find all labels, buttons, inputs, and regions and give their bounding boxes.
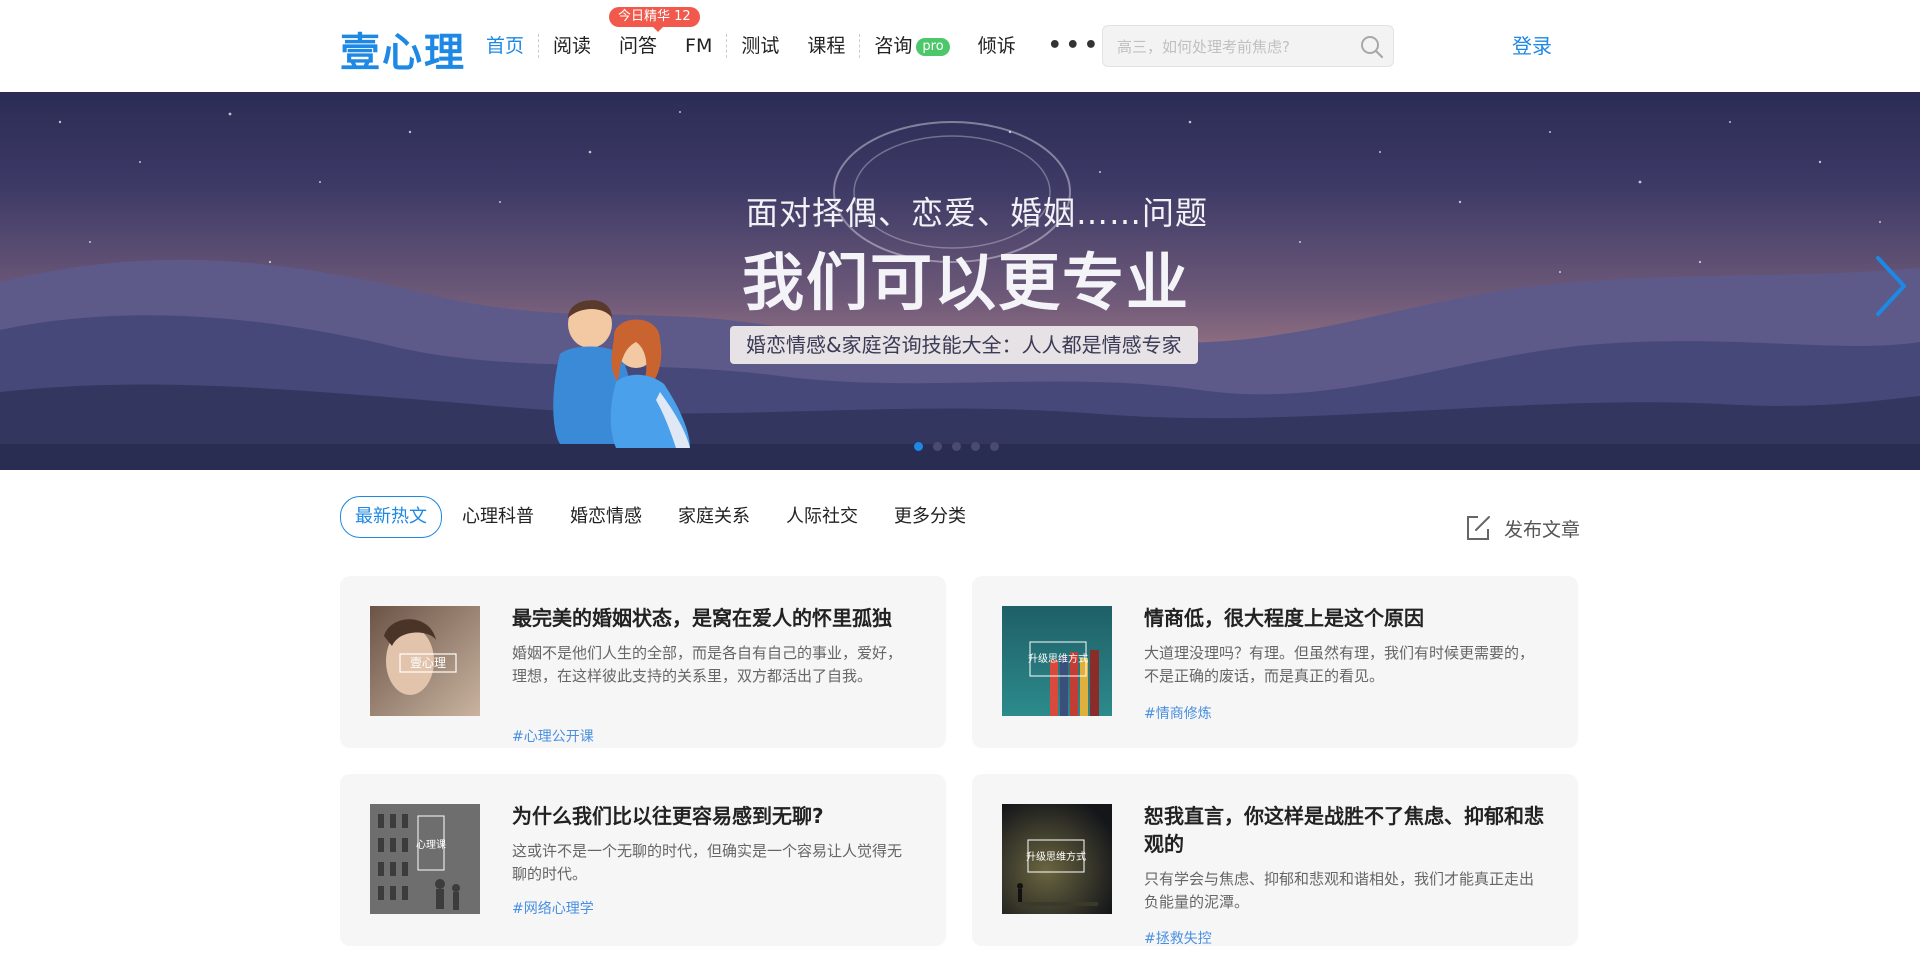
article-summary: 这或许不是一个无聊的时代，但确实是一个容易让人觉得无聊的时代。 <box>512 842 903 883</box>
nav-item-course[interactable]: 课程 <box>793 26 859 66</box>
hero-banner[interactable]: 面对择偶、恋爱、婚姻……问题 我们可以更专业 婚恋情感&家庭咨询技能大全：人人都… <box>0 92 1920 470</box>
carousel-dot[interactable] <box>952 442 961 451</box>
article-summary: 大道理没理吗？有理。但虽然有理，我们有时候更需要的，不是正确的废话，而是真正的看… <box>1144 644 1535 685</box>
article-thumbnail: 升级思维方式 <box>1002 804 1112 914</box>
nav-item-read[interactable]: 阅读 <box>539 26 605 66</box>
nav-item-qa-label: 问答 <box>619 35 658 57</box>
article-tag[interactable]: #拯救失控 <box>1144 928 1212 948</box>
article-card[interactable]: 壹心理 最完美的婚姻状态，是窝在爱人的怀里孤独 婚姻不是他们人生的全部，而是各自… <box>340 576 946 748</box>
thumb-watermark: 壹心理 <box>410 656 446 670</box>
nav-item-consult-label: 咨询 <box>874 35 913 57</box>
search-box <box>1102 25 1394 68</box>
carousel-indicators <box>914 442 999 451</box>
article-tag[interactable]: #网络心理学 <box>512 898 594 918</box>
pro-badge: pro <box>916 38 950 56</box>
carousel-dot[interactable] <box>990 442 999 451</box>
tab-family[interactable]: 家庭关系 <box>678 497 750 537</box>
next-slide-icon[interactable] <box>1866 250 1912 322</box>
article-card[interactable]: 升级思维方式 恕我直言，你这样是战胜不了焦虑、抑郁和悲观的 只有学会与焦虑、抑郁… <box>972 774 1578 948</box>
thumb-watermark: 心理课 <box>416 839 446 851</box>
banner-title: 我们可以更专业 <box>742 246 1191 319</box>
publish-article-label: 发布文章 <box>1504 518 1581 541</box>
article-thumbnail: 升级思维方式 <box>1002 606 1112 716</box>
banner-subtitle: 面对择偶、恋爱、婚姻……问题 <box>746 194 1209 232</box>
article-card[interactable]: 心理课 为什么我们比以往更容易感到无聊? 这或许不是一个无聊的时代，但确实是一个… <box>340 774 946 946</box>
thumb-watermark: 升级思维方式 <box>1026 850 1086 863</box>
article-tag[interactable]: #情商修炼 <box>1144 703 1212 723</box>
tab-latest-hot[interactable]: 最新热文 <box>340 496 442 538</box>
search-icon[interactable] <box>1359 34 1385 60</box>
carousel-dot[interactable] <box>914 442 923 451</box>
main-nav: 首页 阅读 今日精华 12 问答 FM 测试 课程 咨询 pro 倾诉 ••• <box>472 7 1120 66</box>
edit-icon <box>1467 516 1490 540</box>
article-title[interactable]: 情商低，很大程度上是这个原因 <box>1144 604 1554 632</box>
carousel-dot[interactable] <box>933 442 942 451</box>
article-card[interactable]: 升级思维方式 情商低，很大程度上是这个原因 大道理没理吗？有理。但虽然有理，我们… <box>972 576 1578 748</box>
nav-item-consult[interactable]: 咨询 pro <box>860 26 963 66</box>
article-tag[interactable]: #心理公开课 <box>512 726 594 746</box>
daily-highlight-badge: 今日精华 12 <box>609 7 700 32</box>
category-tabs: 最新热文 心理科普 婚恋情感 家庭关系 人际社交 更多分类 <box>340 496 1002 538</box>
nav-item-fm[interactable]: FM <box>671 26 726 66</box>
thumb-watermark: 升级思维方式 <box>1028 652 1088 665</box>
nav-item-confide[interactable]: 倾诉 <box>964 26 1030 66</box>
tab-social[interactable]: 人际社交 <box>786 497 858 537</box>
tab-psychology[interactable]: 心理科普 <box>462 497 534 537</box>
article-title[interactable]: 最完美的婚姻状态，是窝在爱人的怀里孤独 <box>512 604 922 632</box>
nav-item-test[interactable]: 测试 <box>727 26 793 66</box>
article-summary: 只有学会与焦虑、抑郁和悲观和谐相处，我们才能真正走出负能量的泥潭。 <box>1144 870 1535 911</box>
search-input[interactable] <box>1115 26 1349 68</box>
carousel-dot[interactable] <box>971 442 980 451</box>
site-logo[interactable]: 壹心理 <box>340 20 466 78</box>
article-title[interactable]: 恕我直言，你这样是战胜不了焦虑、抑郁和悲观的 <box>1144 802 1554 858</box>
article-thumbnail: 壹心理 <box>370 606 480 716</box>
nav-item-qa[interactable]: 今日精华 12 问答 <box>605 7 700 66</box>
banner-caption: 婚恋情感&家庭咨询技能大全：人人都是情感专家 <box>730 326 1198 364</box>
nav-item-home[interactable]: 首页 <box>472 26 538 66</box>
tab-romance[interactable]: 婚恋情感 <box>570 497 642 537</box>
login-link[interactable]: 登录 <box>1512 30 1552 59</box>
article-title[interactable]: 为什么我们比以往更容易感到无聊? <box>512 802 922 830</box>
top-header: 壹心理 首页 阅读 今日精华 12 问答 FM 测试 课程 咨询 pro 倾诉 •… <box>0 0 1920 92</box>
article-thumbnail: 心理课 <box>370 804 480 914</box>
publish-article-button[interactable]: 发布文章 <box>1464 514 1580 542</box>
article-summary: 婚姻不是他们人生的全部，而是各自有自己的事业，爱好，理想，在这样彼此支持的关系里… <box>512 644 903 685</box>
tab-more-categories[interactable]: 更多分类 <box>894 497 966 537</box>
